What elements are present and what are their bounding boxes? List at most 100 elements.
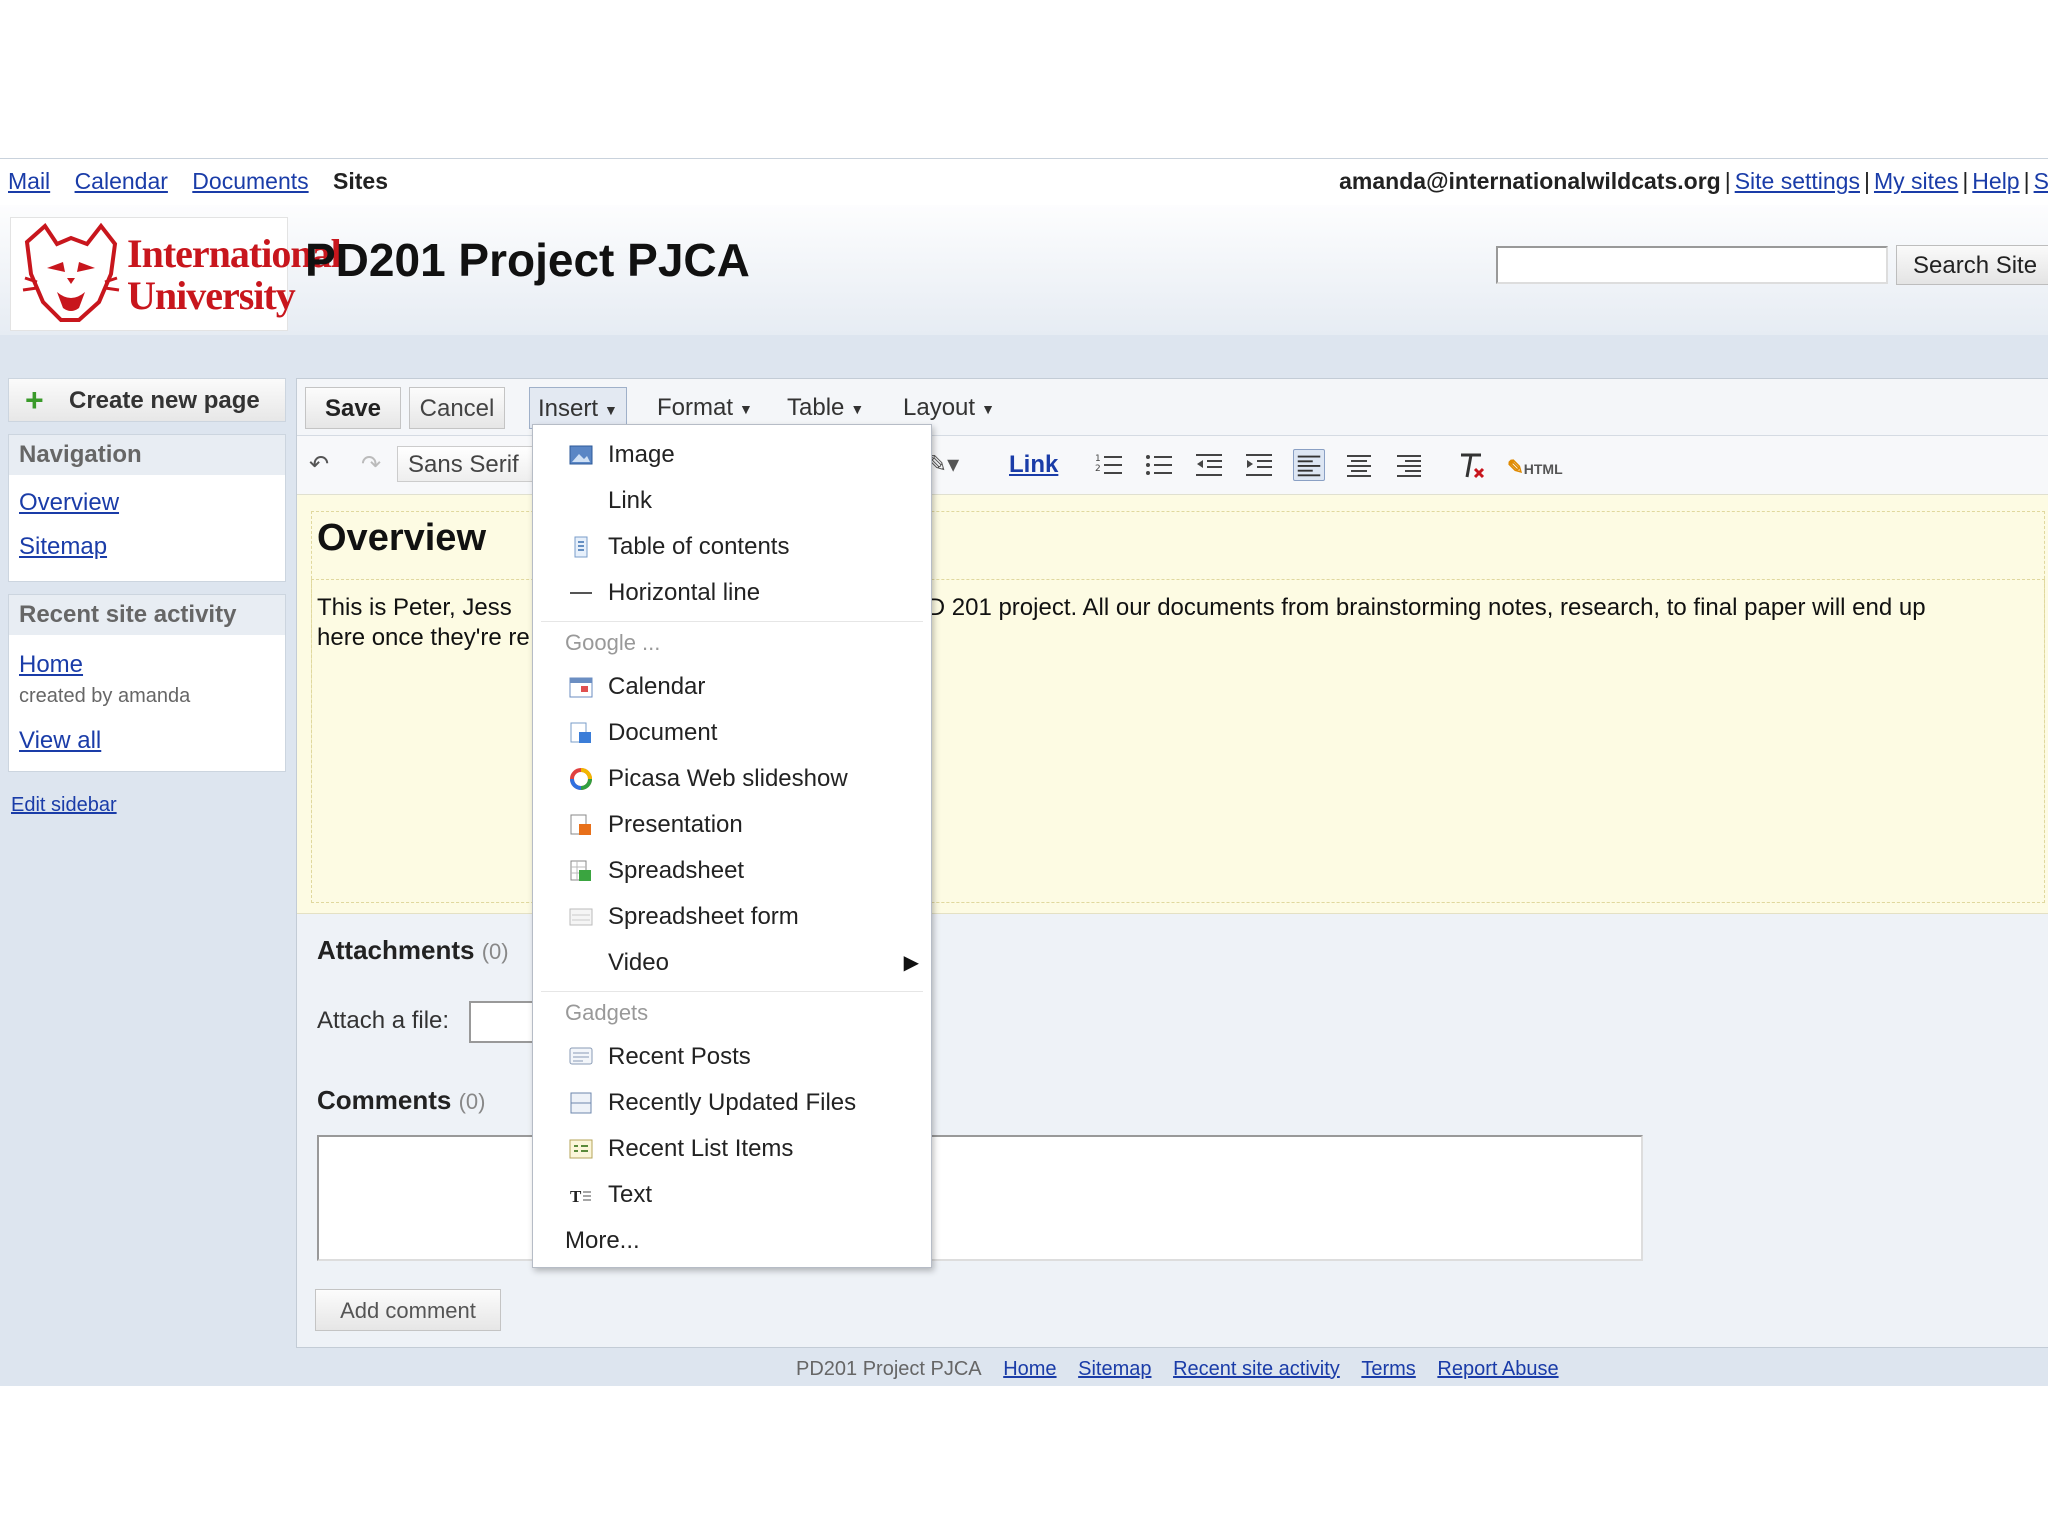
recent-activity-panel: Recent site activity Home created by ama… bbox=[8, 594, 286, 772]
cancel-button[interactable]: Cancel bbox=[409, 387, 505, 429]
insert-dropdown-menu: Image Link Table of contents Horizontal … bbox=[532, 424, 932, 1268]
svg-text:1: 1 bbox=[1095, 454, 1101, 464]
insert-recently-updated-files-item[interactable]: Recently Updated Files bbox=[533, 1081, 931, 1125]
insert-spreadsheet-item[interactable]: Spreadsheet bbox=[533, 849, 931, 893]
footer-recent-activity-link[interactable]: Recent site activity bbox=[1173, 1358, 1340, 1380]
svg-text:2: 2 bbox=[1095, 464, 1101, 474]
separator: | bbox=[2023, 168, 2030, 194]
calendar-link[interactable]: Calendar bbox=[75, 168, 168, 194]
outdent-icon[interactable] bbox=[1193, 449, 1225, 481]
form-icon bbox=[569, 908, 593, 926]
body-text-line2: here once they're re bbox=[317, 624, 530, 651]
insert-item-label: Horizontal line bbox=[608, 579, 761, 606]
document-icon bbox=[570, 722, 591, 743]
edit-sidebar-link[interactable]: Edit sidebar bbox=[11, 794, 117, 817]
insert-calendar-item[interactable]: Calendar bbox=[533, 665, 931, 709]
align-left-icon[interactable] bbox=[1293, 449, 1325, 481]
insert-item-label: Recent List Items bbox=[608, 1135, 794, 1162]
separator: | bbox=[1863, 168, 1870, 194]
align-center-icon[interactable] bbox=[1343, 449, 1375, 481]
activity-meta: created by amanda bbox=[19, 685, 191, 707]
undo-icon[interactable]: ↶ bbox=[309, 448, 329, 482]
documents-link[interactable]: Documents bbox=[192, 168, 308, 194]
insert-horizontal-line-item[interactable]: Horizontal line bbox=[533, 571, 931, 615]
numbered-list-icon[interactable]: 12 bbox=[1093, 449, 1125, 481]
save-button[interactable]: Save bbox=[305, 387, 401, 429]
footer-report-abuse-link[interactable]: Report Abuse bbox=[1437, 1358, 1558, 1380]
text-gadget-icon: T bbox=[570, 1187, 591, 1206]
remove-formatting-icon[interactable] bbox=[1455, 449, 1487, 481]
align-right-icon[interactable] bbox=[1393, 449, 1425, 481]
footer-links: PD201 Project PJCA Home Sitemap Recent s… bbox=[788, 1358, 1567, 1381]
insert-recent-list-items-item[interactable]: Recent List Items bbox=[533, 1127, 931, 1171]
menu-divider bbox=[541, 991, 923, 992]
bulleted-list-icon[interactable] bbox=[1143, 449, 1175, 481]
add-comment-button[interactable]: Add comment bbox=[315, 1289, 501, 1331]
chevron-down-icon: ▼ bbox=[739, 400, 753, 417]
redo-icon[interactable]: ↷ bbox=[361, 448, 381, 482]
insert-item-label: Link bbox=[608, 487, 653, 514]
font-family-select[interactable]: Sans Serif bbox=[397, 446, 537, 482]
insert-video-item[interactable]: Video ▶ bbox=[533, 941, 931, 985]
indent-icon[interactable] bbox=[1243, 449, 1275, 481]
insert-menu-label: Insert bbox=[538, 395, 599, 422]
create-new-page-button[interactable]: + Create new page bbox=[8, 378, 286, 422]
link-button[interactable]: Link bbox=[1009, 448, 1058, 482]
search-site-button[interactable]: Search Site bbox=[1896, 245, 2048, 285]
image-icon bbox=[569, 445, 593, 465]
insert-more-item[interactable]: More... bbox=[533, 1219, 931, 1263]
search-input[interactable] bbox=[1496, 246, 1888, 284]
insert-link-item[interactable]: Link bbox=[533, 479, 931, 523]
insert-item-label: Video bbox=[608, 949, 669, 976]
chevron-down-icon: ▼ bbox=[604, 401, 618, 418]
footer-sitemap-link[interactable]: Sitemap bbox=[1078, 1358, 1151, 1380]
footer-terms-link[interactable]: Terms bbox=[1361, 1358, 1415, 1380]
university-logo[interactable]: International University bbox=[10, 217, 342, 331]
layout-menu-label: Layout bbox=[903, 394, 976, 421]
insert-menu[interactable]: Insert ▼ bbox=[529, 387, 627, 429]
product-links: Mail Calendar Documents Sites bbox=[8, 168, 406, 195]
insert-document-item[interactable]: Document bbox=[533, 711, 931, 755]
insert-image-item[interactable]: Image bbox=[533, 433, 931, 477]
edit-html-button[interactable]: ✎HTML bbox=[1507, 451, 1563, 486]
site-header: International University PD201 Project P… bbox=[0, 205, 2048, 335]
hr-icon bbox=[570, 592, 592, 594]
my-sites-link[interactable]: My sites bbox=[1874, 168, 1958, 194]
view-all-link[interactable]: View all bbox=[19, 727, 101, 755]
html-label: HTML bbox=[1523, 461, 1563, 477]
insert-item-label: Spreadsheet bbox=[608, 857, 745, 884]
insert-toc-item[interactable]: Table of contents bbox=[533, 525, 931, 569]
toc-icon bbox=[574, 536, 588, 558]
nav-item-sitemap[interactable]: Sitemap bbox=[19, 533, 107, 561]
insert-presentation-item[interactable]: Presentation bbox=[533, 803, 931, 847]
site-settings-link[interactable]: Site settings bbox=[1735, 168, 1860, 194]
site-footer: PD201 Project PJCA Home Sitemap Recent s… bbox=[0, 1354, 2048, 1386]
layout-menu[interactable]: Layout ▼ bbox=[895, 387, 1003, 429]
table-menu[interactable]: Table ▼ bbox=[779, 387, 872, 429]
body-text-left: This is Peter, Jess bbox=[317, 594, 512, 621]
insert-spreadsheet-form-item[interactable]: Spreadsheet form bbox=[533, 895, 931, 939]
footer-home-link[interactable]: Home bbox=[1003, 1358, 1056, 1380]
insert-item-label: Recent Posts bbox=[608, 1043, 751, 1070]
format-menu[interactable]: Format ▼ bbox=[649, 387, 761, 429]
insert-recent-posts-item[interactable]: Recent Posts bbox=[533, 1035, 931, 1079]
submenu-arrow-icon: ▶ bbox=[903, 952, 919, 974]
help-link[interactable]: Help bbox=[1972, 168, 2019, 194]
insert-text-gadget-item[interactable]: T Text bbox=[533, 1173, 931, 1217]
insert-picasa-item[interactable]: Picasa Web slideshow bbox=[533, 757, 931, 801]
sign-out-link[interactable]: Sign out bbox=[2034, 168, 2048, 194]
format-menu-label: Format bbox=[657, 394, 734, 421]
presentation-icon bbox=[570, 814, 591, 835]
comment-textarea[interactable] bbox=[317, 1135, 1643, 1261]
mail-link[interactable]: Mail bbox=[8, 168, 50, 194]
attach-file-label: Attach a file: bbox=[317, 1007, 450, 1034]
site-title: PD201 Project PJCA bbox=[305, 234, 750, 286]
body-text-right: PD 201 project. All our documents from b… bbox=[911, 594, 1926, 621]
page-heading[interactable]: Overview bbox=[317, 517, 486, 560]
activity-home-link[interactable]: Home bbox=[19, 651, 83, 679]
comments-count: (0) bbox=[458, 1089, 486, 1114]
navigation-panel: Navigation Overview Sitemap bbox=[8, 434, 286, 582]
nav-item-overview[interactable]: Overview bbox=[19, 489, 119, 517]
attachments-heading: Attachments (0) bbox=[317, 935, 509, 966]
svg-text:T: T bbox=[570, 1187, 582, 1206]
